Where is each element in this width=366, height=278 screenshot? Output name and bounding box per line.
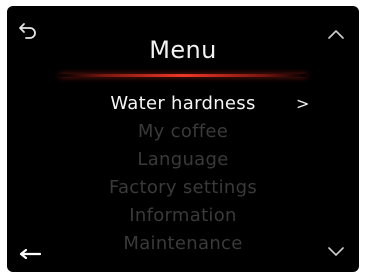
menu-item-label: Maintenance — [123, 233, 243, 254]
menu-item-language[interactable]: Language — [7, 146, 359, 174]
menu-item-water-hardness[interactable]: Water hardness > — [7, 90, 359, 118]
left-arrow-icon[interactable] — [19, 249, 41, 259]
chevron-right-icon: > — [296, 94, 310, 113]
menu-item-my-coffee[interactable]: My coffee — [7, 118, 359, 146]
coffee-machine-screen: Menu Water hardness > My coffee Language… — [7, 6, 359, 272]
menu-item-label: Water hardness — [110, 93, 256, 114]
menu-title: Menu — [149, 36, 217, 64]
menu-item-label: Information — [129, 205, 237, 226]
menu-item-factory-settings[interactable]: Factory settings — [7, 174, 359, 202]
menu-item-label: Factory settings — [108, 177, 258, 198]
title-divider — [59, 74, 307, 77]
menu-item-maintenance[interactable]: Maintenance — [7, 230, 359, 258]
menu-item-label: Language — [137, 149, 229, 170]
menu-list: Water hardness > My coffee Language Fact… — [7, 90, 359, 258]
chevron-down-icon[interactable] — [327, 246, 345, 258]
menu-item-label: My coffee — [137, 121, 229, 142]
menu-item-information[interactable]: Information — [7, 202, 359, 230]
